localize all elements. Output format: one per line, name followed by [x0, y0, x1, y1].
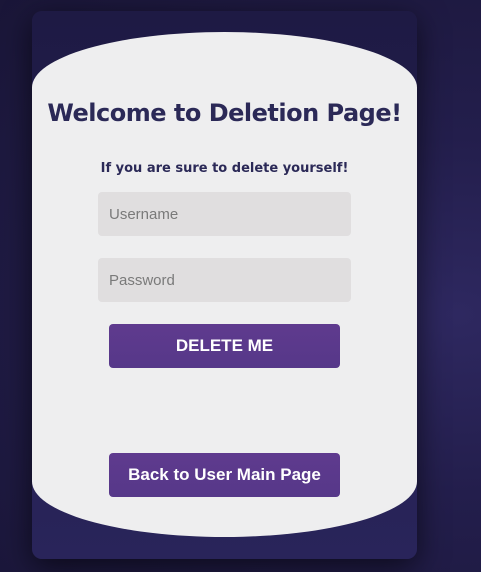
username-input[interactable] — [98, 192, 351, 236]
deletion-card: Welcome to Deletion Page! If you are sur… — [32, 11, 417, 559]
back-to-main-button[interactable]: Back to User Main Page — [109, 453, 340, 497]
page-subtitle: If you are sure to delete yourself! — [100, 161, 349, 176]
delete-me-button[interactable]: DELETE ME — [109, 324, 340, 368]
password-input[interactable] — [98, 258, 351, 302]
page-title: Welcome to Deletion Page! — [47, 99, 402, 127]
